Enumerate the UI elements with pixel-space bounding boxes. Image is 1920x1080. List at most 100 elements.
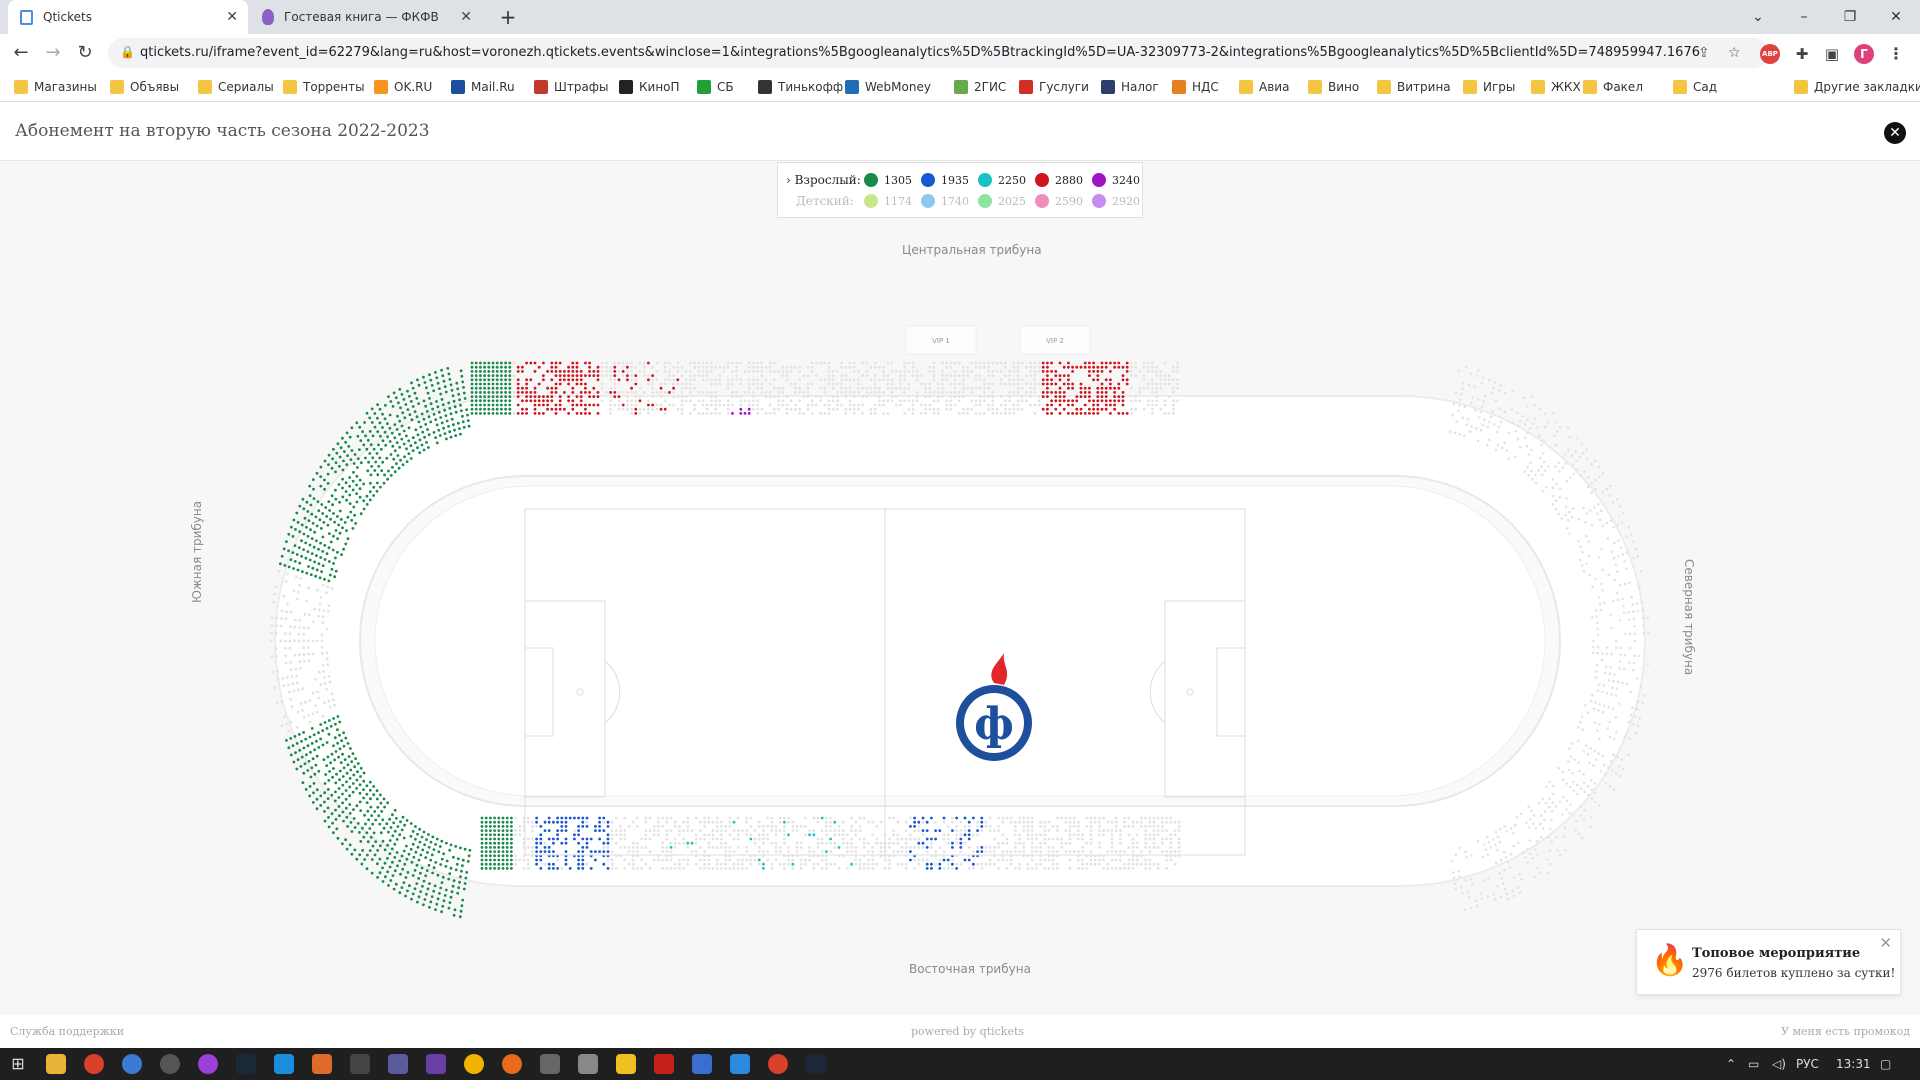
seat[interactable] [850, 825, 853, 828]
seat[interactable] [1487, 877, 1491, 880]
seat[interactable] [871, 867, 874, 870]
seat[interactable] [318, 576, 322, 580]
seat[interactable] [1098, 841, 1101, 845]
seat[interactable] [479, 361, 482, 365]
seat[interactable] [701, 399, 705, 403]
seat[interactable] [1062, 374, 1066, 377]
seat[interactable] [630, 365, 633, 369]
seat[interactable] [1135, 820, 1139, 824]
seat[interactable] [978, 399, 982, 403]
seat[interactable] [1121, 374, 1125, 377]
seat[interactable] [896, 837, 900, 841]
seat[interactable] [1530, 448, 1533, 452]
seat[interactable] [1612, 788, 1616, 791]
seat[interactable] [418, 840, 422, 844]
seat[interactable] [324, 682, 327, 685]
seat[interactable] [286, 683, 290, 687]
seat[interactable] [799, 858, 803, 862]
seat[interactable] [1110, 850, 1114, 853]
seat[interactable] [392, 391, 396, 395]
seat[interactable] [301, 497, 305, 501]
seat[interactable] [331, 548, 335, 552]
seat[interactable] [1018, 833, 1021, 837]
app-icon[interactable] [122, 1054, 142, 1074]
seat[interactable] [621, 370, 625, 373]
seat[interactable] [921, 841, 925, 845]
seat[interactable] [854, 846, 858, 849]
seat[interactable] [991, 403, 995, 407]
seat[interactable] [344, 481, 348, 485]
seat[interactable] [1551, 801, 1555, 804]
seat[interactable] [360, 461, 363, 465]
seat[interactable] [326, 797, 330, 800]
seat[interactable] [1625, 567, 1628, 570]
seat[interactable] [308, 735, 312, 739]
seat[interactable] [651, 374, 654, 377]
seat[interactable] [799, 825, 803, 828]
seat[interactable] [1113, 386, 1116, 390]
seat[interactable] [747, 412, 751, 415]
seat[interactable] [953, 391, 957, 394]
seat[interactable] [427, 845, 431, 849]
seat[interactable] [714, 395, 717, 398]
seat[interactable] [978, 365, 982, 369]
seat[interactable] [854, 862, 858, 866]
seat[interactable] [615, 867, 618, 870]
seat[interactable] [1119, 867, 1122, 870]
seat[interactable] [974, 386, 978, 390]
seat[interactable] [289, 753, 293, 757]
seat[interactable] [345, 529, 348, 532]
seat[interactable] [500, 365, 503, 369]
seat[interactable] [731, 395, 734, 398]
seat[interactable] [1636, 724, 1640, 727]
seat[interactable] [510, 854, 513, 858]
seat[interactable] [1498, 389, 1501, 392]
seat[interactable] [1550, 840, 1553, 843]
seat[interactable] [460, 869, 463, 873]
seat[interactable] [381, 426, 384, 429]
seat[interactable] [384, 403, 387, 407]
seat[interactable] [434, 418, 438, 421]
seat[interactable] [946, 825, 950, 828]
seat[interactable] [404, 403, 408, 406]
seat[interactable] [456, 857, 460, 861]
seat[interactable] [405, 434, 408, 438]
seat[interactable] [840, 361, 843, 365]
seat[interactable] [1018, 820, 1021, 824]
seat[interactable] [1033, 374, 1037, 377]
seat[interactable] [1085, 816, 1089, 820]
seat[interactable] [479, 395, 482, 398]
seat[interactable] [1597, 683, 1601, 686]
bookmark-item[interactable]: Вино [1308, 78, 1359, 96]
seat[interactable] [323, 800, 326, 804]
seat[interactable] [707, 862, 711, 866]
seat[interactable] [376, 805, 380, 809]
seat[interactable] [450, 417, 454, 421]
seat[interactable] [314, 704, 318, 708]
seat[interactable] [415, 415, 419, 419]
seat[interactable] [606, 825, 610, 828]
seat[interactable] [777, 391, 780, 394]
seat[interactable] [270, 616, 274, 619]
seat[interactable] [382, 826, 386, 830]
seat[interactable] [978, 412, 982, 415]
seat[interactable] [972, 867, 975, 870]
seat[interactable] [1618, 660, 1622, 663]
seat[interactable] [1534, 481, 1538, 485]
seat[interactable] [405, 460, 409, 463]
seat[interactable] [326, 755, 330, 759]
seat[interactable] [701, 365, 705, 369]
seat[interactable] [376, 473, 380, 477]
seat[interactable] [1612, 526, 1615, 529]
seat[interactable] [722, 365, 726, 369]
seat[interactable] [1083, 386, 1087, 390]
seat[interactable] [711, 833, 715, 837]
seat[interactable] [959, 850, 963, 853]
seat[interactable] [425, 386, 428, 390]
seat[interactable] [1071, 382, 1074, 386]
seat[interactable] [284, 617, 288, 621]
seat[interactable] [529, 361, 533, 365]
seat[interactable] [890, 378, 894, 382]
seat[interactable] [777, 403, 780, 407]
seat[interactable] [1125, 412, 1129, 415]
